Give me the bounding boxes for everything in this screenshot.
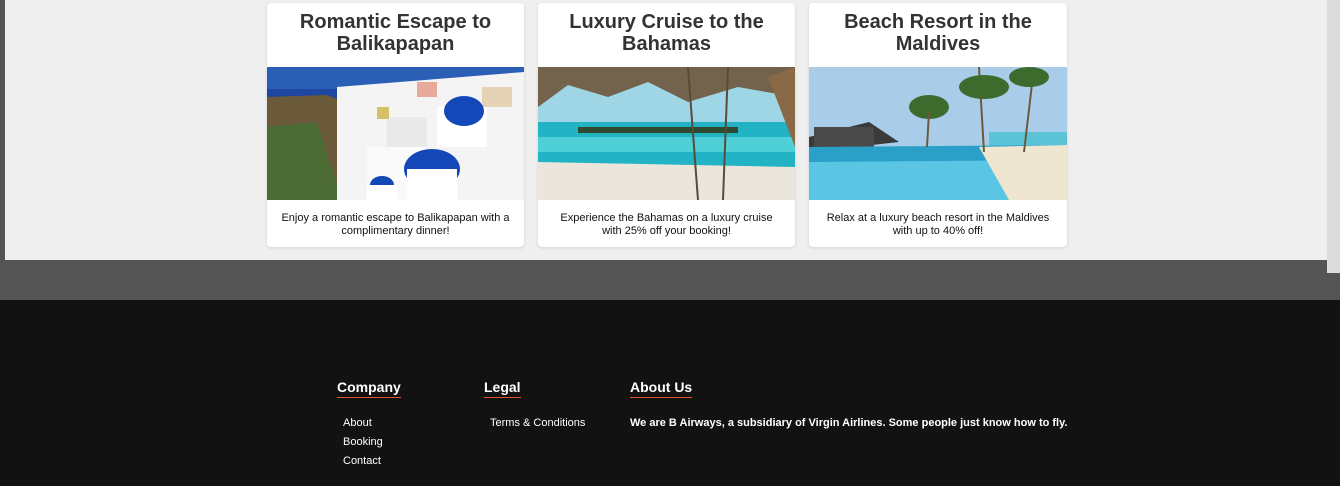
footer-legal-heading: Legal [484, 379, 521, 398]
card-description: Experience the Bahamas on a luxury cruis… [560, 212, 773, 237]
footer-company-column: Company About Booking Contact [337, 379, 401, 471]
footer-about-heading: About Us [630, 379, 693, 398]
footer-about-column: About Us We are B Airways, a subsidiary … [630, 379, 1067, 433]
card-title: Beach Resort in the Maldives [844, 11, 1032, 55]
card-description: Enjoy a romantic escape to Balikapapan w… [281, 212, 510, 237]
footer-link-contact[interactable]: Contact [343, 452, 401, 471]
section-divider [0, 273, 1340, 300]
footer-company-links: About Booking Contact [337, 414, 401, 471]
site-footer: Company About Booking Contact Legal Term… [0, 300, 1340, 486]
footer-link-about[interactable]: About [343, 414, 401, 433]
footer-link-booking[interactable]: Booking [343, 433, 401, 452]
card-description: Relax at a luxury beach resort in the Ma… [826, 212, 1050, 237]
deal-card-maldives[interactable]: Beach Resort in the Maldives Relax at a … [809, 3, 1067, 247]
card-image-maldives-resort[interactable] [809, 67, 1067, 200]
card-image-bahamas-beach[interactable] [538, 67, 795, 200]
footer-legal-column: Legal Terms & Conditions [484, 379, 585, 433]
card-title: Romantic Escape to Balikapapan [299, 11, 492, 55]
card-title: Luxury Cruise to the Bahamas [569, 11, 764, 55]
card-image-santorini-village[interactable] [267, 67, 524, 200]
footer-company-heading: Company [337, 379, 401, 398]
deal-card-balikapapan[interactable]: Romantic Escape to Balikapapan Enjoy a r… [267, 3, 524, 247]
page-scroll-edge [1327, 0, 1340, 273]
footer-link-terms[interactable]: Terms & Conditions [490, 414, 585, 433]
deal-card-bahamas[interactable]: Luxury Cruise to the Bahamas Experience … [538, 3, 795, 247]
footer-legal-links: Terms & Conditions [484, 414, 585, 433]
footer-about-text: We are B Airways, a subsidiary of Virgin… [630, 417, 1068, 429]
